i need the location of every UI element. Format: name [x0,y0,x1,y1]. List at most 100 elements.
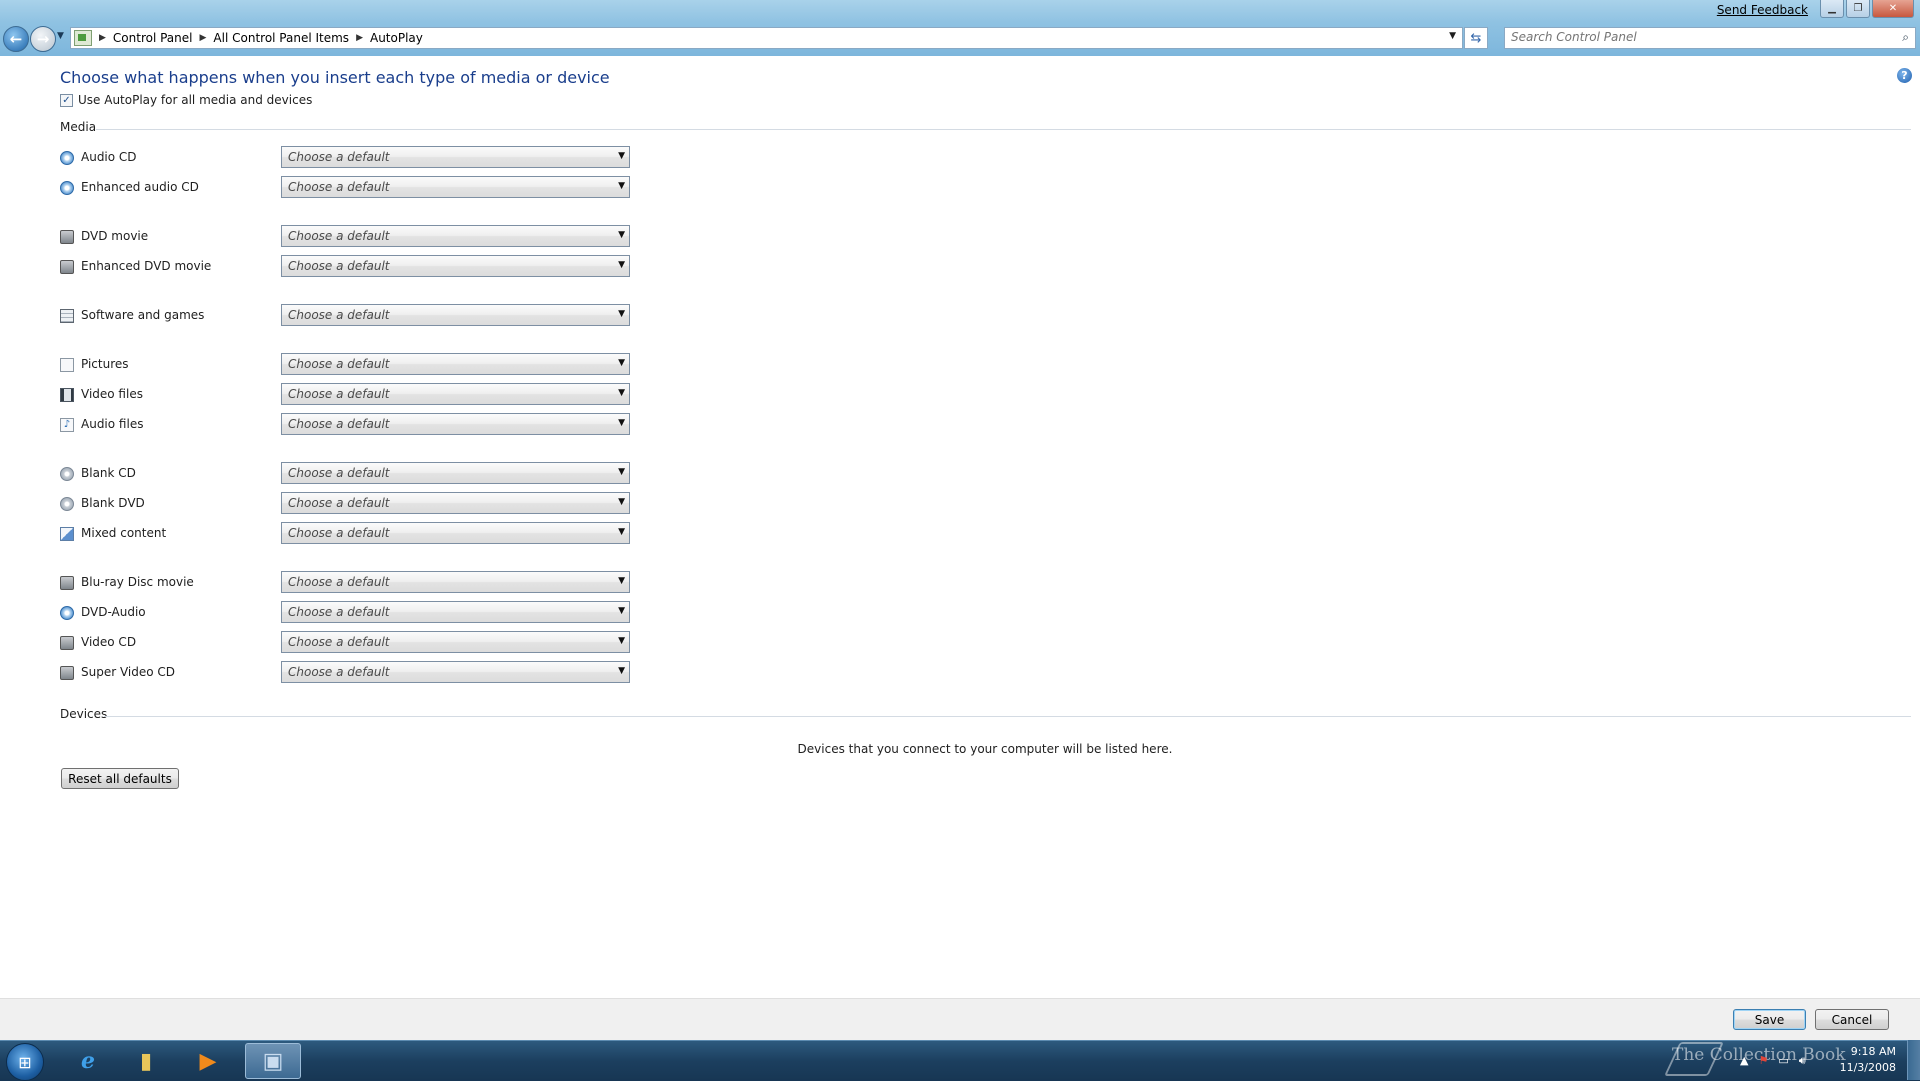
enhanced-dvd-movie-icon [60,260,74,274]
enhanced-audio-cd-dropdown[interactable]: Choose a default ▼ [281,176,630,198]
breadcrumb-all-items[interactable]: All Control Panel Items [213,31,349,45]
refresh-button[interactable]: ⇆ [1464,27,1488,49]
taskbar-internet-explorer[interactable]: e [60,1043,116,1079]
dropdown-value: Choose a default [288,665,390,679]
video-cd-icon [60,636,74,650]
volume-icon[interactable]: 🔊︎ [1799,1054,1806,1068]
use-autoplay-checkbox[interactable]: ✓ [60,93,73,107]
clock[interactable]: 9:18 AM 11/3/2008 [1840,1044,1896,1076]
page-title: Choose what happens when you insert each… [60,68,610,87]
bluray-movie-dropdown[interactable]: Choose a default ▼ [281,571,630,593]
search-icon[interactable]: ⌕ [1902,30,1909,45]
media-label: Video CD [81,635,137,649]
use-autoplay-option[interactable]: ✓ Use AutoPlay for all media and devices [60,93,312,107]
folder-icon: ▮ [139,1048,153,1074]
restore-button[interactable]: ❐ [1846,0,1870,18]
audio-cd-icon [60,151,74,165]
blank-dvd-dropdown[interactable]: Choose a default ▼ [281,492,630,514]
dropdown-value: Choose a default [288,466,390,480]
tray-expand-icon[interactable]: ▲ [1740,1054,1748,1068]
chevron-down-icon: ▼ [618,418,625,428]
media-label: Audio CD [81,150,137,164]
dropdown-value: Choose a default [288,150,390,164]
enhanced-dvd-movie-dropdown[interactable]: Choose a default ▼ [281,255,630,277]
mixed-content-dropdown[interactable]: Choose a default ▼ [281,522,630,544]
audio-files-dropdown[interactable]: Choose a default ▼ [281,413,630,435]
pictures-dropdown[interactable]: Choose a default ▼ [281,353,630,375]
video-cd-dropdown[interactable]: Choose a default ▼ [281,631,630,653]
chevron-down-icon: ▼ [618,260,625,270]
breadcrumb-chevron-icon[interactable]: ▶ [356,33,363,43]
dropdown-value: Choose a default [288,387,390,401]
video-files-dropdown[interactable]: Choose a default ▼ [281,383,630,405]
network-icon[interactable]: ▭ [1778,1054,1788,1068]
media-row-pictures: Pictures Choose a default ▼ [60,353,632,377]
close-button[interactable]: ✕ [1872,0,1914,18]
super-video-cd-dropdown[interactable]: Choose a default ▼ [281,661,630,683]
media-row-mixed-content: Mixed content Choose a default ▼ [60,522,632,546]
cancel-button[interactable]: Cancel [1815,1009,1889,1030]
media-row-audio-cd: Audio CD Choose a default ▼ [60,146,632,170]
media-row-video-cd: Video CD Choose a default ▼ [60,631,632,655]
forward-button[interactable]: → [30,26,56,52]
chevron-down-icon: ▼ [618,576,625,586]
dropdown-value: Choose a default [288,575,390,589]
reset-all-defaults-button[interactable]: Reset all defaults [61,768,179,789]
audio-files-icon: ♪ [60,418,74,432]
breadcrumb-chevron-icon[interactable]: ▶ [200,33,207,43]
address-bar[interactable]: ▶ Control Panel ▶ All Control Panel Item… [70,27,1463,49]
media-label: Super Video CD [81,665,176,679]
media-row-enhanced-audio-cd: Enhanced audio CD Choose a default ▼ [60,176,632,200]
recent-pages-icon[interactable]: ▼ [57,31,64,41]
media-row-enhanced-dvd-movie: Enhanced DVD movie Choose a default ▼ [60,255,632,279]
breadcrumb-control-panel[interactable]: Control Panel [113,31,193,45]
breadcrumb-autoplay[interactable]: AutoPlay [370,31,423,45]
address-dropdown-icon[interactable]: ▼ [1449,31,1456,41]
dvd-audio-dropdown[interactable]: Choose a default ▼ [281,601,630,623]
media-row-dvd-audio: DVD-Audio Choose a default ▼ [60,601,632,625]
dropdown-value: Choose a default [288,635,390,649]
media-row-video-files: Video files Choose a default ▼ [60,383,632,407]
start-button[interactable]: ⊞ [6,1043,44,1081]
search-input[interactable] [1505,28,1887,46]
chevron-down-icon: ▼ [618,467,625,477]
help-icon[interactable]: ? [1897,68,1912,83]
audio-cd-dropdown[interactable]: Choose a default ▼ [281,146,630,168]
taskbar-control-panel[interactable]: ▣ [245,1043,301,1079]
blank-cd-dropdown[interactable]: Choose a default ▼ [281,462,630,484]
media-label: Audio files [81,417,144,431]
action-center-icon[interactable]: ⚑ [1758,1054,1768,1068]
save-button[interactable]: Save [1733,1009,1806,1030]
devices-divider [104,716,1911,717]
taskbar-explorer[interactable]: ▮ [118,1043,174,1079]
media-label: Software and games [81,308,205,322]
dropdown-value: Choose a default [288,259,390,273]
software-games-dropdown[interactable]: Choose a default ▼ [281,304,630,326]
back-button[interactable]: ← [3,26,29,52]
search-box[interactable]: ⌕ [1504,27,1916,49]
chevron-down-icon: ▼ [618,309,625,319]
media-row-bluray-movie: Blu-ray Disc movie Choose a default ▼ [60,571,632,595]
chevron-down-icon: ▼ [618,181,625,191]
taskbar-media-player[interactable]: ▶ [180,1043,236,1079]
dvd-movie-icon [60,230,74,244]
media-label: Blank CD [81,466,136,480]
chevron-down-icon: ▼ [618,230,625,240]
media-label: Video files [81,387,143,401]
caption-buttons: ▁ ❐ ✕ [1820,0,1914,18]
chevron-down-icon: ▼ [618,527,625,537]
media-row-super-video-cd: Super Video CD Choose a default ▼ [60,661,632,685]
video-files-icon [60,388,74,402]
media-row-audio-files: ♪ Audio files Choose a default ▼ [60,413,632,437]
pictures-icon [60,358,74,372]
media-row-blank-cd: Blank CD Choose a default ▼ [60,462,632,486]
media-label: Pictures [81,357,129,371]
dvd-movie-dropdown[interactable]: Choose a default ▼ [281,225,630,247]
clock-date: 11/3/2008 [1839,1061,1896,1074]
show-desktop-button[interactable] [1907,1040,1920,1080]
send-feedback-link[interactable]: Send Feedback [1717,2,1808,18]
forward-arrow-icon: → [36,30,50,48]
minimize-button[interactable]: ▁ [1820,0,1844,18]
breadcrumb-chevron-icon[interactable]: ▶ [99,33,106,43]
chevron-down-icon: ▼ [618,388,625,398]
